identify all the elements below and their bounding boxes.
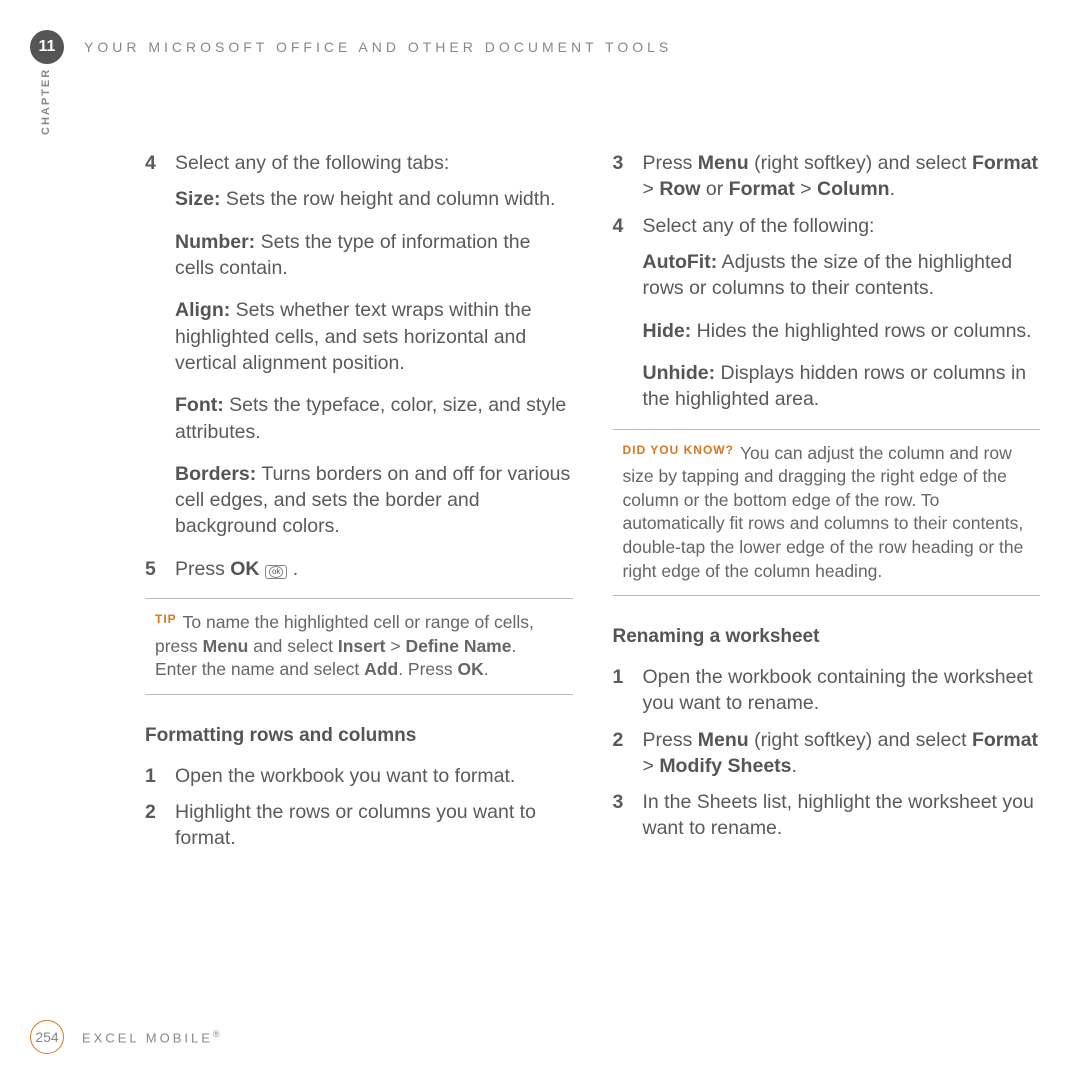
step-number: 2 xyxy=(145,799,163,852)
right-column: 3 Press Menu (right softkey) and select … xyxy=(613,150,1041,990)
step-body: In the Sheets list, highlight the worksh… xyxy=(643,789,1041,842)
step-body: Select any of the following: xyxy=(643,213,1041,239)
step-number: 1 xyxy=(613,664,631,717)
step-body: Press Menu (right softkey) and select Fo… xyxy=(643,150,1041,203)
sec2-step-3: 3 In the Sheets list, highlight the work… xyxy=(613,789,1041,842)
step-number: 4 xyxy=(145,150,163,176)
page-header: 11 YOUR MICROSOFT OFFICE AND OTHER DOCUM… xyxy=(30,30,1040,64)
option-text: Sets the row height and column width. xyxy=(221,188,556,210)
section-heading: Renaming a worksheet xyxy=(613,624,1041,650)
text: > xyxy=(643,755,660,777)
option-text: Hides the highlighted rows or columns. xyxy=(691,320,1031,342)
option-autofit: AutoFit: Adjusts the size of the highlig… xyxy=(643,249,1041,302)
option-label: Align: xyxy=(175,299,230,321)
menu-item: Format xyxy=(972,729,1038,751)
text: . Press xyxy=(398,659,457,679)
page-number-badge: 254 xyxy=(30,1020,64,1054)
chapter-badge: 11 xyxy=(30,30,64,64)
step-4-right: 4 Select any of the following: xyxy=(613,213,1041,239)
step-body: Open the workbook containing the workshe… xyxy=(643,664,1041,717)
text: > xyxy=(795,178,817,200)
option-label: Unhide: xyxy=(643,362,716,384)
option-hide: Hide: Hides the highlighted rows or colu… xyxy=(643,318,1041,344)
tip-tag: TIP xyxy=(155,612,177,626)
footer-title: EXCEL MOBILE® xyxy=(82,1029,223,1045)
page-footer: 254 EXCEL MOBILE® xyxy=(30,1020,223,1054)
step-number: 3 xyxy=(613,789,631,842)
step-number: 3 xyxy=(613,150,631,203)
sec2-step-1: 1 Open the workbook containing the works… xyxy=(613,664,1041,717)
step-number: 1 xyxy=(145,763,163,789)
option-label: Hide: xyxy=(643,320,692,342)
menu-item: Format xyxy=(972,152,1038,174)
step-4: 4 Select any of the following tabs: xyxy=(145,150,573,176)
tip-callout: TIPTo name the highlighted cell or range… xyxy=(145,598,573,695)
text: . xyxy=(287,558,298,580)
option-number: Number: Sets the type of information the… xyxy=(175,229,573,282)
menu-item: Column xyxy=(817,178,890,200)
menu-label: Menu xyxy=(203,636,249,656)
option-borders: Borders: Turns borders on and off for va… xyxy=(175,461,573,540)
step-body: Press Menu (right softkey) and select Fo… xyxy=(643,727,1041,780)
text: Press xyxy=(175,558,230,580)
option-text: Sets the typeface, color, size, and styl… xyxy=(175,394,566,442)
menu-item: Row xyxy=(659,178,700,200)
menu-item: Format xyxy=(729,178,795,200)
option-label: Number: xyxy=(175,231,255,253)
menu-item: Define Name xyxy=(405,636,511,656)
option-unhide: Unhide: Displays hidden rows or columns … xyxy=(643,360,1041,413)
step-body: Open the workbook you want to format. xyxy=(175,763,573,789)
header-title: YOUR MICROSOFT OFFICE AND OTHER DOCUMENT… xyxy=(84,39,672,55)
step-body: Highlight the rows or columns you want t… xyxy=(175,799,573,852)
step-number: 2 xyxy=(613,727,631,780)
option-font: Font: Sets the typeface, color, size, an… xyxy=(175,392,573,445)
option-label: Size: xyxy=(175,188,221,210)
sec1-step-2: 2 Highlight the rows or columns you want… xyxy=(145,799,573,852)
ok-key-icon: ok xyxy=(265,565,287,579)
text: . xyxy=(792,755,797,777)
text: (right softkey) and select xyxy=(749,152,972,174)
step-3: 3 Press Menu (right softkey) and select … xyxy=(613,150,1041,203)
content: 4 Select any of the following tabs: Size… xyxy=(145,150,1040,990)
text: > xyxy=(643,178,660,200)
menu-item: Modify Sheets xyxy=(659,755,791,777)
step-number: 5 xyxy=(145,556,163,582)
text: EXCEL MOBILE xyxy=(82,1030,213,1045)
step-body: Press OK ok . xyxy=(175,556,573,582)
text: or xyxy=(700,178,728,200)
registered-mark: ® xyxy=(213,1029,223,1039)
menu-label: Menu xyxy=(698,152,749,174)
text: Press xyxy=(643,152,698,174)
text: . xyxy=(890,178,895,200)
text: > xyxy=(386,636,406,656)
menu-item: Insert xyxy=(338,636,386,656)
sec1-step-1: 1 Open the workbook you want to format. xyxy=(145,763,573,789)
chapter-label: CHAPTER xyxy=(40,68,52,135)
left-column: 4 Select any of the following tabs: Size… xyxy=(145,150,573,990)
sec2-step-2: 2 Press Menu (right softkey) and select … xyxy=(613,727,1041,780)
text: . xyxy=(484,659,489,679)
did-you-know-callout: DID YOU KNOW?You can adjust the column a… xyxy=(613,429,1041,597)
option-label: Font: xyxy=(175,394,224,416)
menu-label: Menu xyxy=(698,729,749,751)
option-label: Borders: xyxy=(175,463,256,485)
step-body: Select any of the following tabs: xyxy=(175,150,573,176)
section-heading: Formatting rows and columns xyxy=(145,723,573,749)
text: Press xyxy=(643,729,698,751)
dyk-tag: DID YOU KNOW? xyxy=(623,443,734,457)
text: (right softkey) and select xyxy=(749,729,972,751)
step-number: 4 xyxy=(613,213,631,239)
text: You can adjust the column and row size b… xyxy=(623,443,1024,581)
option-align: Align: Sets whether text wraps within th… xyxy=(175,297,573,376)
option-label: AutoFit: xyxy=(643,251,718,273)
option-size: Size: Sets the row height and column wid… xyxy=(175,186,573,212)
ok-label: OK xyxy=(458,659,484,679)
ok-glyph: ok xyxy=(269,566,283,578)
ok-label: OK xyxy=(230,558,259,580)
step-5: 5 Press OK ok . xyxy=(145,556,573,582)
text: and select xyxy=(248,636,338,656)
menu-item: Add xyxy=(364,659,398,679)
